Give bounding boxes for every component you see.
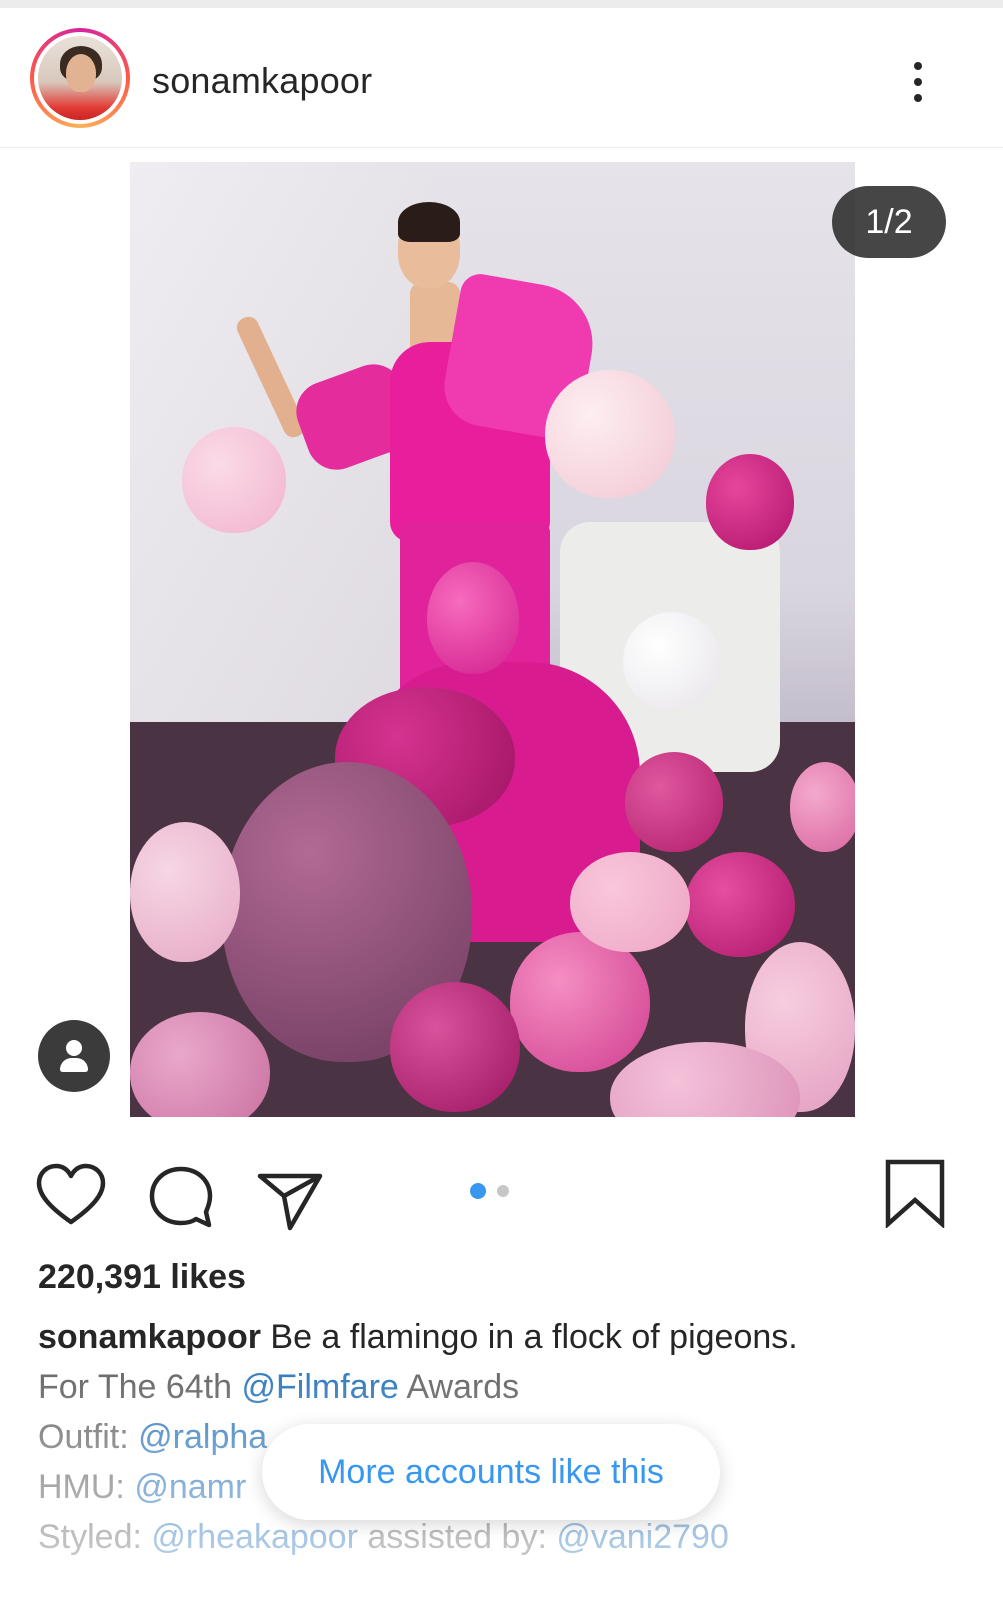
post-header: sonamkapoor: [0, 8, 1003, 148]
caption-line-2: For The 64th @Filmfare Awards: [38, 1368, 520, 1406]
mention-link[interactable]: @rheakapoor: [151, 1518, 358, 1556]
mention-link[interactable]: @vani2790: [556, 1518, 729, 1556]
status-bar-divider: [0, 0, 1003, 8]
heart-icon[interactable]: [36, 1162, 106, 1232]
caption-text: Be a flamingo in a flock of pigeons.: [260, 1318, 798, 1356]
carousel-dot: [497, 1185, 509, 1197]
mention-link[interactable]: @namr: [134, 1468, 246, 1506]
avatar[interactable]: [30, 28, 130, 128]
likes-count[interactable]: 220,391 likes: [38, 1258, 246, 1297]
mention-link[interactable]: @Filmfare: [242, 1368, 399, 1406]
share-icon[interactable]: [256, 1162, 326, 1232]
comment-icon[interactable]: [146, 1162, 216, 1232]
carousel-dot-active: [470, 1183, 486, 1199]
more-vertical-icon[interactable]: [900, 56, 936, 108]
post-actions-bar: [0, 1150, 1003, 1240]
carousel-indicator: [470, 1183, 514, 1199]
more-accounts-button[interactable]: More accounts like this: [262, 1424, 720, 1520]
post-photo[interactable]: [130, 162, 855, 1117]
media-counter-badge: 1/2: [832, 186, 946, 258]
post-media[interactable]: 1/2: [0, 148, 1003, 1138]
caption-line-1: sonamkapoor Be a flamingo in a flock of …: [38, 1312, 978, 1362]
avatar-image: [38, 36, 122, 120]
post-username[interactable]: sonamkapoor: [152, 60, 372, 102]
bookmark-icon[interactable]: [880, 1158, 950, 1228]
user-tag-icon[interactable]: [38, 1020, 110, 1092]
caption-username[interactable]: sonamkapoor: [38, 1318, 261, 1356]
mention-link[interactable]: @ralpha: [138, 1418, 267, 1456]
